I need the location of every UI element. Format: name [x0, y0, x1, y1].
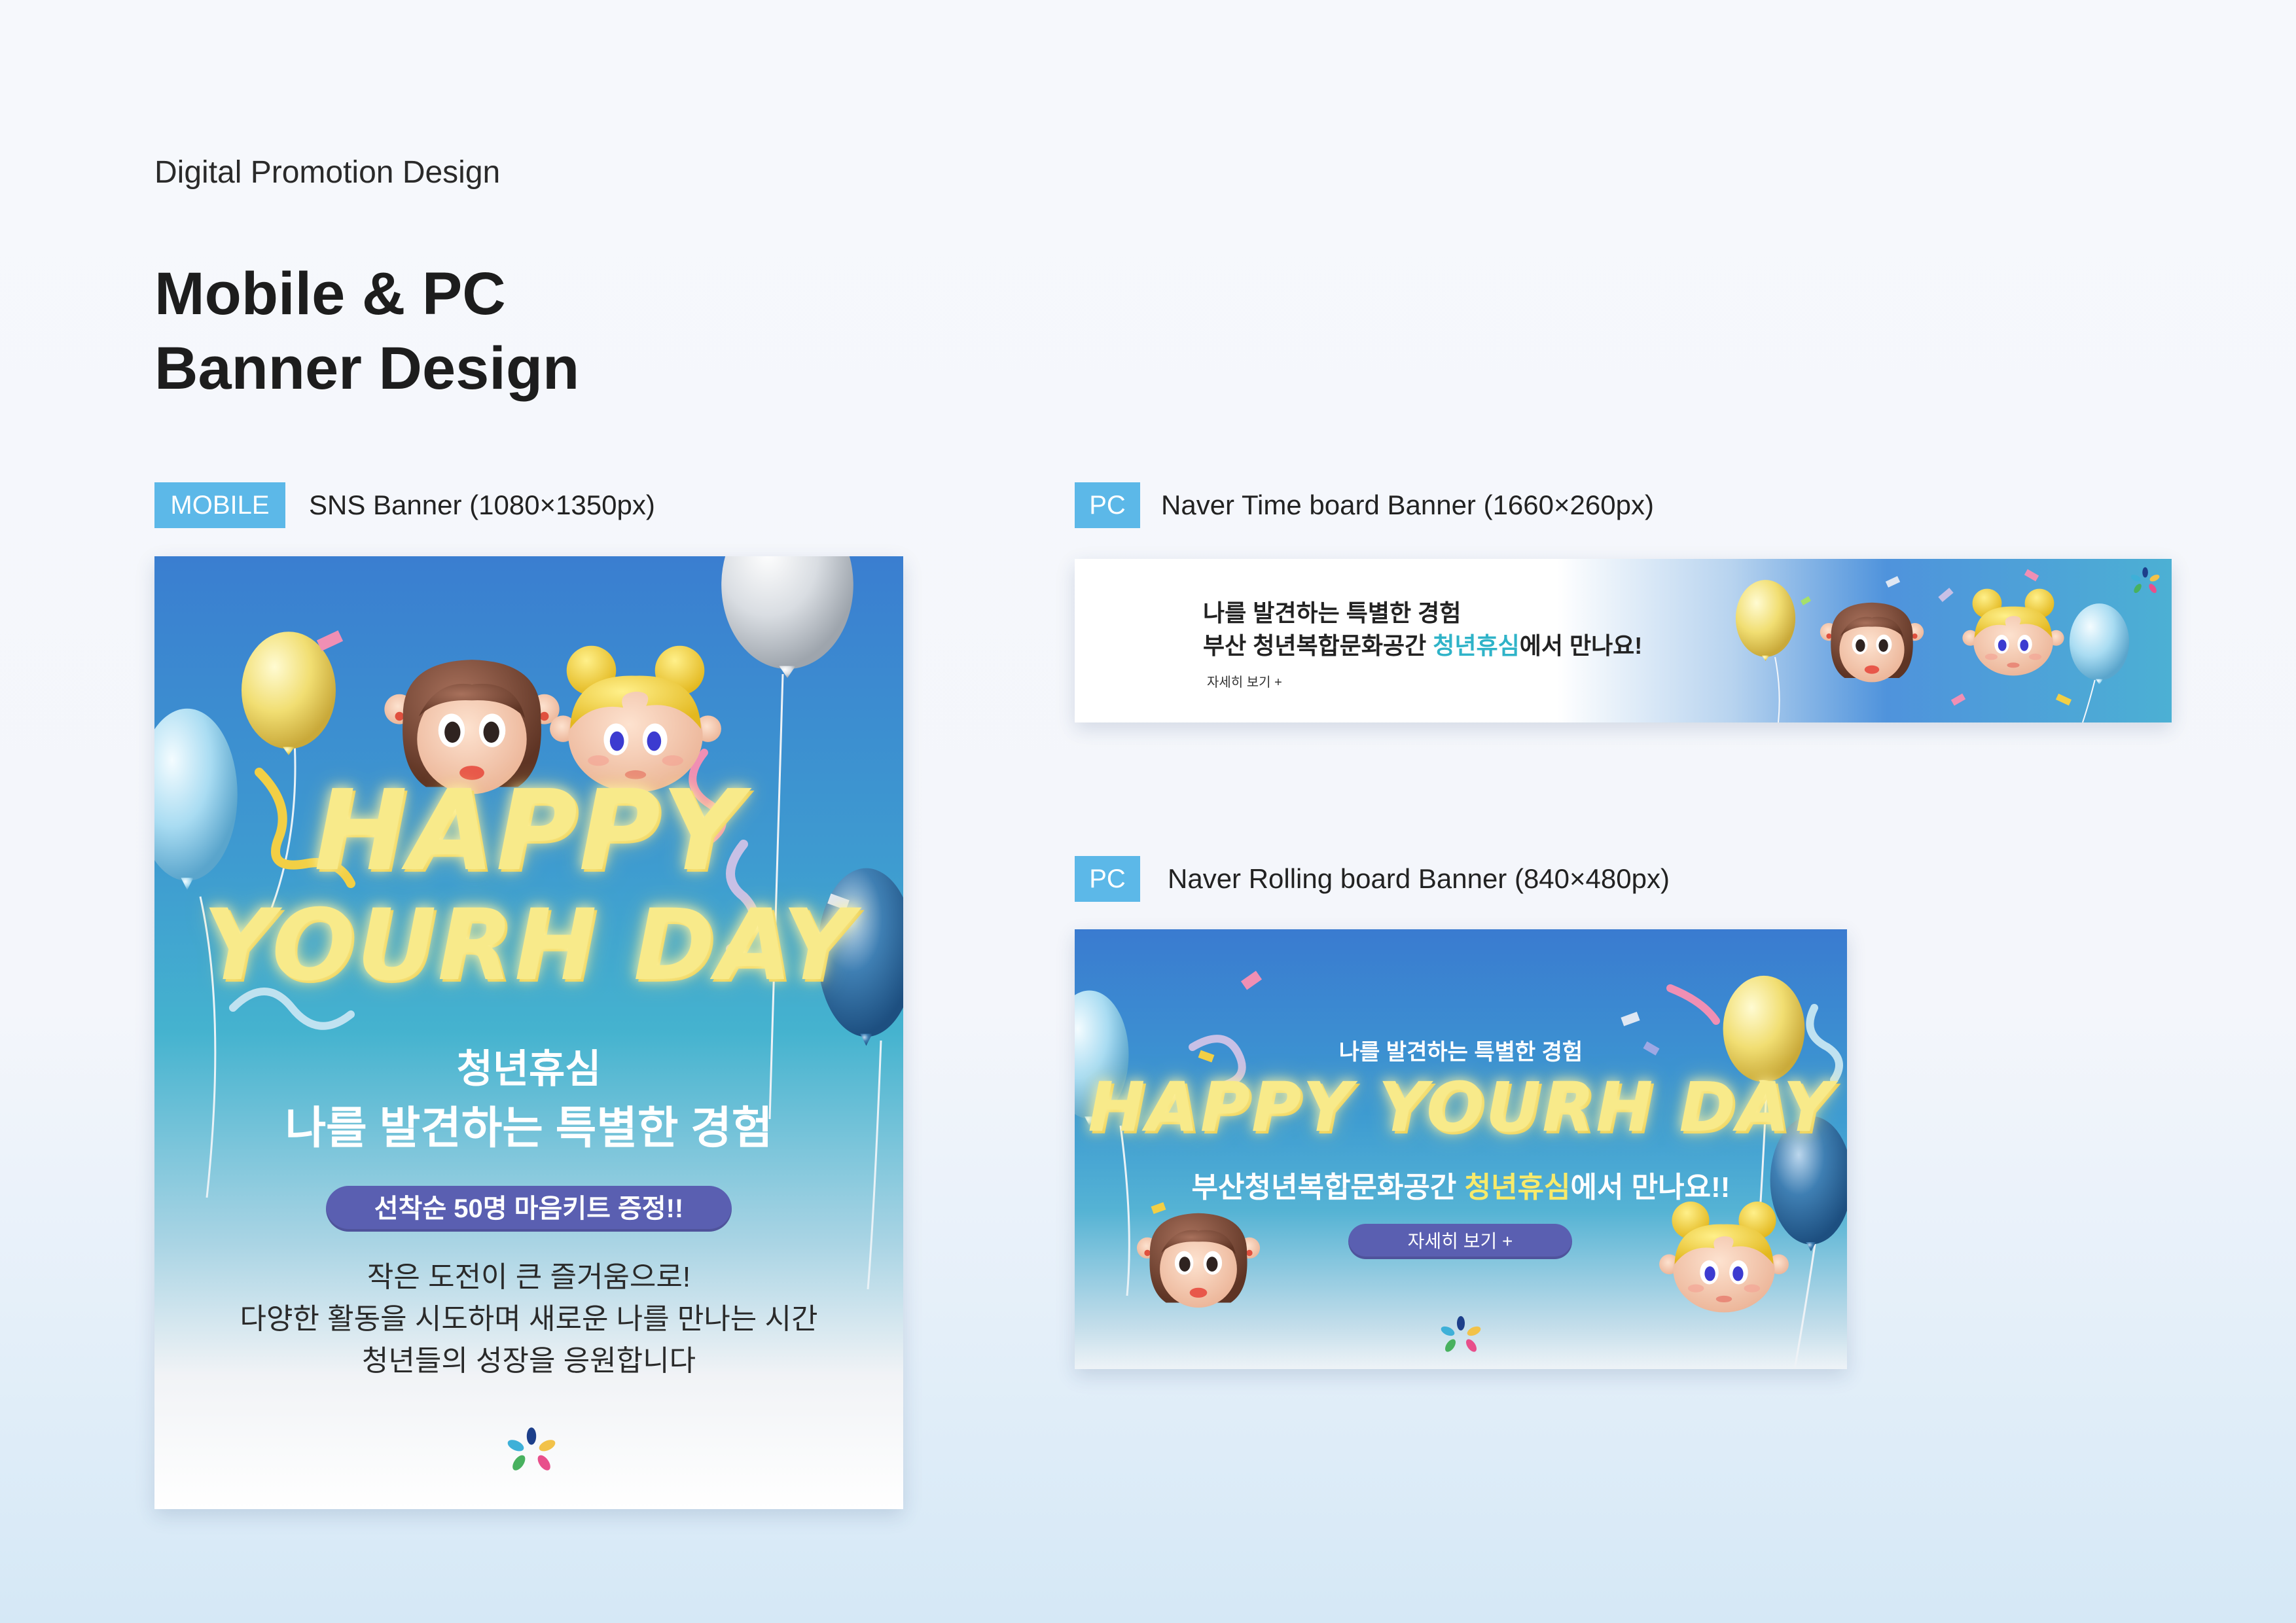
- timeboard-highlight: 청년휴심: [1433, 632, 1520, 659]
- timeboard-line-2-after: 에서 만나요!: [1519, 632, 1643, 659]
- rolling-detail-button[interactable]: 자세히 보기 +: [1348, 1224, 1572, 1259]
- mobile-subtitle-2: 나를 발견하는 특별한 경험: [285, 1103, 773, 1153]
- rolling-highlight: 청년휴심: [1464, 1171, 1571, 1204]
- rolling-main-line: 부산청년복합문화공간 청년휴심에서 만나요!!: [1075, 1164, 1847, 1205]
- sky-balloon-icon: [2069, 603, 2130, 685]
- flower-logo-icon: [505, 1427, 558, 1473]
- rolling-banner-art: [1075, 971, 1847, 1369]
- mobile-body-text: 작은 도전이 큰 즐거움으로! 다양한 활동을 시도하며 새로운 나를 만나는 …: [154, 1257, 903, 1382]
- pc-timeboard-tag: PC: [1075, 482, 1140, 528]
- girl-brown-hair-character-icon: [1136, 1213, 1261, 1308]
- mobile-body-line-2: 다양한 활동을 시도하며 새로운 나를 만나는 시간: [240, 1303, 818, 1335]
- timeboard-line-1: 나를 발견하는 특별한 경험: [1203, 599, 1462, 626]
- pc-timeboard-section-label: Naver Time board Banner (1660×260px): [1161, 490, 1654, 520]
- pc-rolling-banner[interactable]: 나를 발견하는 특별한 경험 HAPPY YOURH DAY 부산청년복합문화공…: [1075, 929, 1847, 1369]
- girl-blonde-hair-character-icon: [1962, 588, 2064, 676]
- timeboard-more-link[interactable]: 자세히 보기 +: [1207, 671, 1282, 690]
- mobile-section-label: SNS Banner (1080×1350px): [309, 490, 655, 520]
- headline-line-1: Mobile & PC: [154, 260, 506, 327]
- page-headline: Mobile & PC Banner Design: [154, 257, 579, 406]
- silver-balloon-icon: [721, 556, 853, 678]
- mobile-sns-banner: HAPPY YOURH DAY 청년휴심 나를 발견하는 특별한 경험 선착순 …: [154, 556, 903, 1509]
- mobile-subtitle-1: 청년휴심: [456, 1047, 601, 1091]
- rolling-happy-title: HAPPY YOURH DAY: [1088, 1067, 1834, 1147]
- flower-logo-icon: [1439, 1316, 1482, 1354]
- pc-rolling-tag: PC: [1075, 856, 1140, 902]
- pc-rolling-section-label: Naver Rolling board Banner (840×480px): [1168, 863, 1670, 894]
- timeboard-line-2-before: 부산 청년복합문화공간: [1203, 632, 1433, 659]
- girl-blonde-hair-character-icon: [1659, 1202, 1789, 1313]
- timeboard-line-2: 부산 청년복합문화공간 청년휴심에서 만나요!: [1203, 627, 1642, 661]
- page-kicker: Digital Promotion Design: [154, 155, 501, 190]
- girl-brown-hair-character-icon: [1820, 602, 1924, 683]
- mobile-body-line-1: 작은 도전이 큰 즐거움으로!: [367, 1261, 691, 1293]
- yellow-balloon-icon: [1735, 580, 1796, 661]
- pc-timeboard-banner[interactable]: 나를 발견하는 특별한 경험 부산 청년복합문화공간 청년휴심에서 만나요! 자…: [1075, 559, 2172, 722]
- mobile-tag: MOBILE: [154, 482, 285, 528]
- headline-line-2: Banner Design: [154, 335, 580, 402]
- mobile-happy-line1: HAPPY: [314, 766, 744, 896]
- mobile-body-line-3: 청년들의 성장을 응원합니다: [361, 1345, 696, 1377]
- rolling-line-after: 에서 만나요!!: [1570, 1171, 1731, 1204]
- mobile-happy-line2: YOURH DAY: [203, 889, 855, 1003]
- rolling-top-line: 나를 발견하는 특별한 경험: [1338, 1040, 1583, 1065]
- rolling-line-before: 부산청년복합문화공간: [1191, 1171, 1465, 1204]
- flower-logo-icon: [2130, 567, 2161, 595]
- ribbon-icon: [1666, 984, 1720, 1025]
- mobile-giveaway-pill: 선착순 50명 마음키트 증정!!: [326, 1186, 732, 1232]
